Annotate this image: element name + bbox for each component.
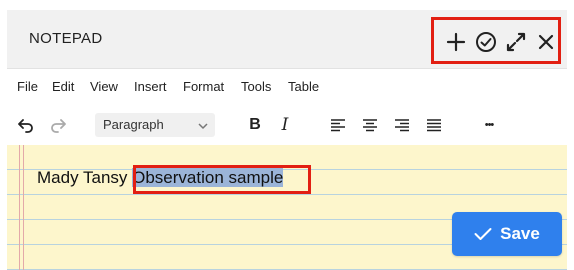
menu-file[interactable]: File — [17, 79, 38, 94]
save-button[interactable]: Save — [452, 212, 562, 256]
check-icon — [474, 228, 492, 240]
note-text-line: Mady Tansy Observation sample — [37, 168, 284, 188]
bold-button[interactable]: B — [245, 113, 265, 137]
close-icon[interactable] — [534, 30, 558, 54]
margin-line — [19, 145, 20, 270]
paragraph-style-label: Paragraph — [103, 117, 164, 132]
menu-tools[interactable]: Tools — [241, 79, 271, 94]
menu-table[interactable]: Table — [288, 79, 319, 94]
menu-view[interactable]: View — [90, 79, 118, 94]
undo-icon[interactable] — [15, 113, 37, 137]
selected-text: Observation sample — [132, 168, 284, 187]
align-right-icon[interactable] — [393, 113, 411, 137]
paragraph-style-select[interactable]: Paragraph — [95, 113, 215, 137]
menu-format[interactable]: Format — [183, 79, 224, 94]
plus-icon[interactable] — [444, 30, 468, 54]
align-left-icon[interactable] — [329, 113, 347, 137]
title-bar: NOTEPAD — [7, 10, 567, 69]
menu-edit[interactable]: Edit — [52, 79, 74, 94]
chevron-down-icon — [197, 119, 209, 137]
redo-icon[interactable] — [47, 113, 69, 137]
check-circle-icon[interactable] — [474, 30, 498, 54]
menu-bar: File Edit View Insert Format Tools Table — [7, 69, 567, 105]
format-toolbar: Paragraph B I ••• — [7, 105, 567, 145]
save-button-label: Save — [500, 224, 540, 243]
window-controls-group — [431, 17, 561, 64]
app-title: NOTEPAD — [29, 30, 103, 47]
expand-icon[interactable] — [504, 30, 528, 54]
margin-line — [23, 145, 24, 270]
more-options-button[interactable]: ••• — [477, 113, 501, 137]
menu-insert[interactable]: Insert — [134, 79, 167, 94]
align-justify-icon[interactable] — [425, 113, 443, 137]
align-center-icon[interactable] — [361, 113, 379, 137]
note-plain-text: Mady Tansy — [37, 168, 133, 187]
italic-button[interactable]: I — [275, 113, 295, 137]
